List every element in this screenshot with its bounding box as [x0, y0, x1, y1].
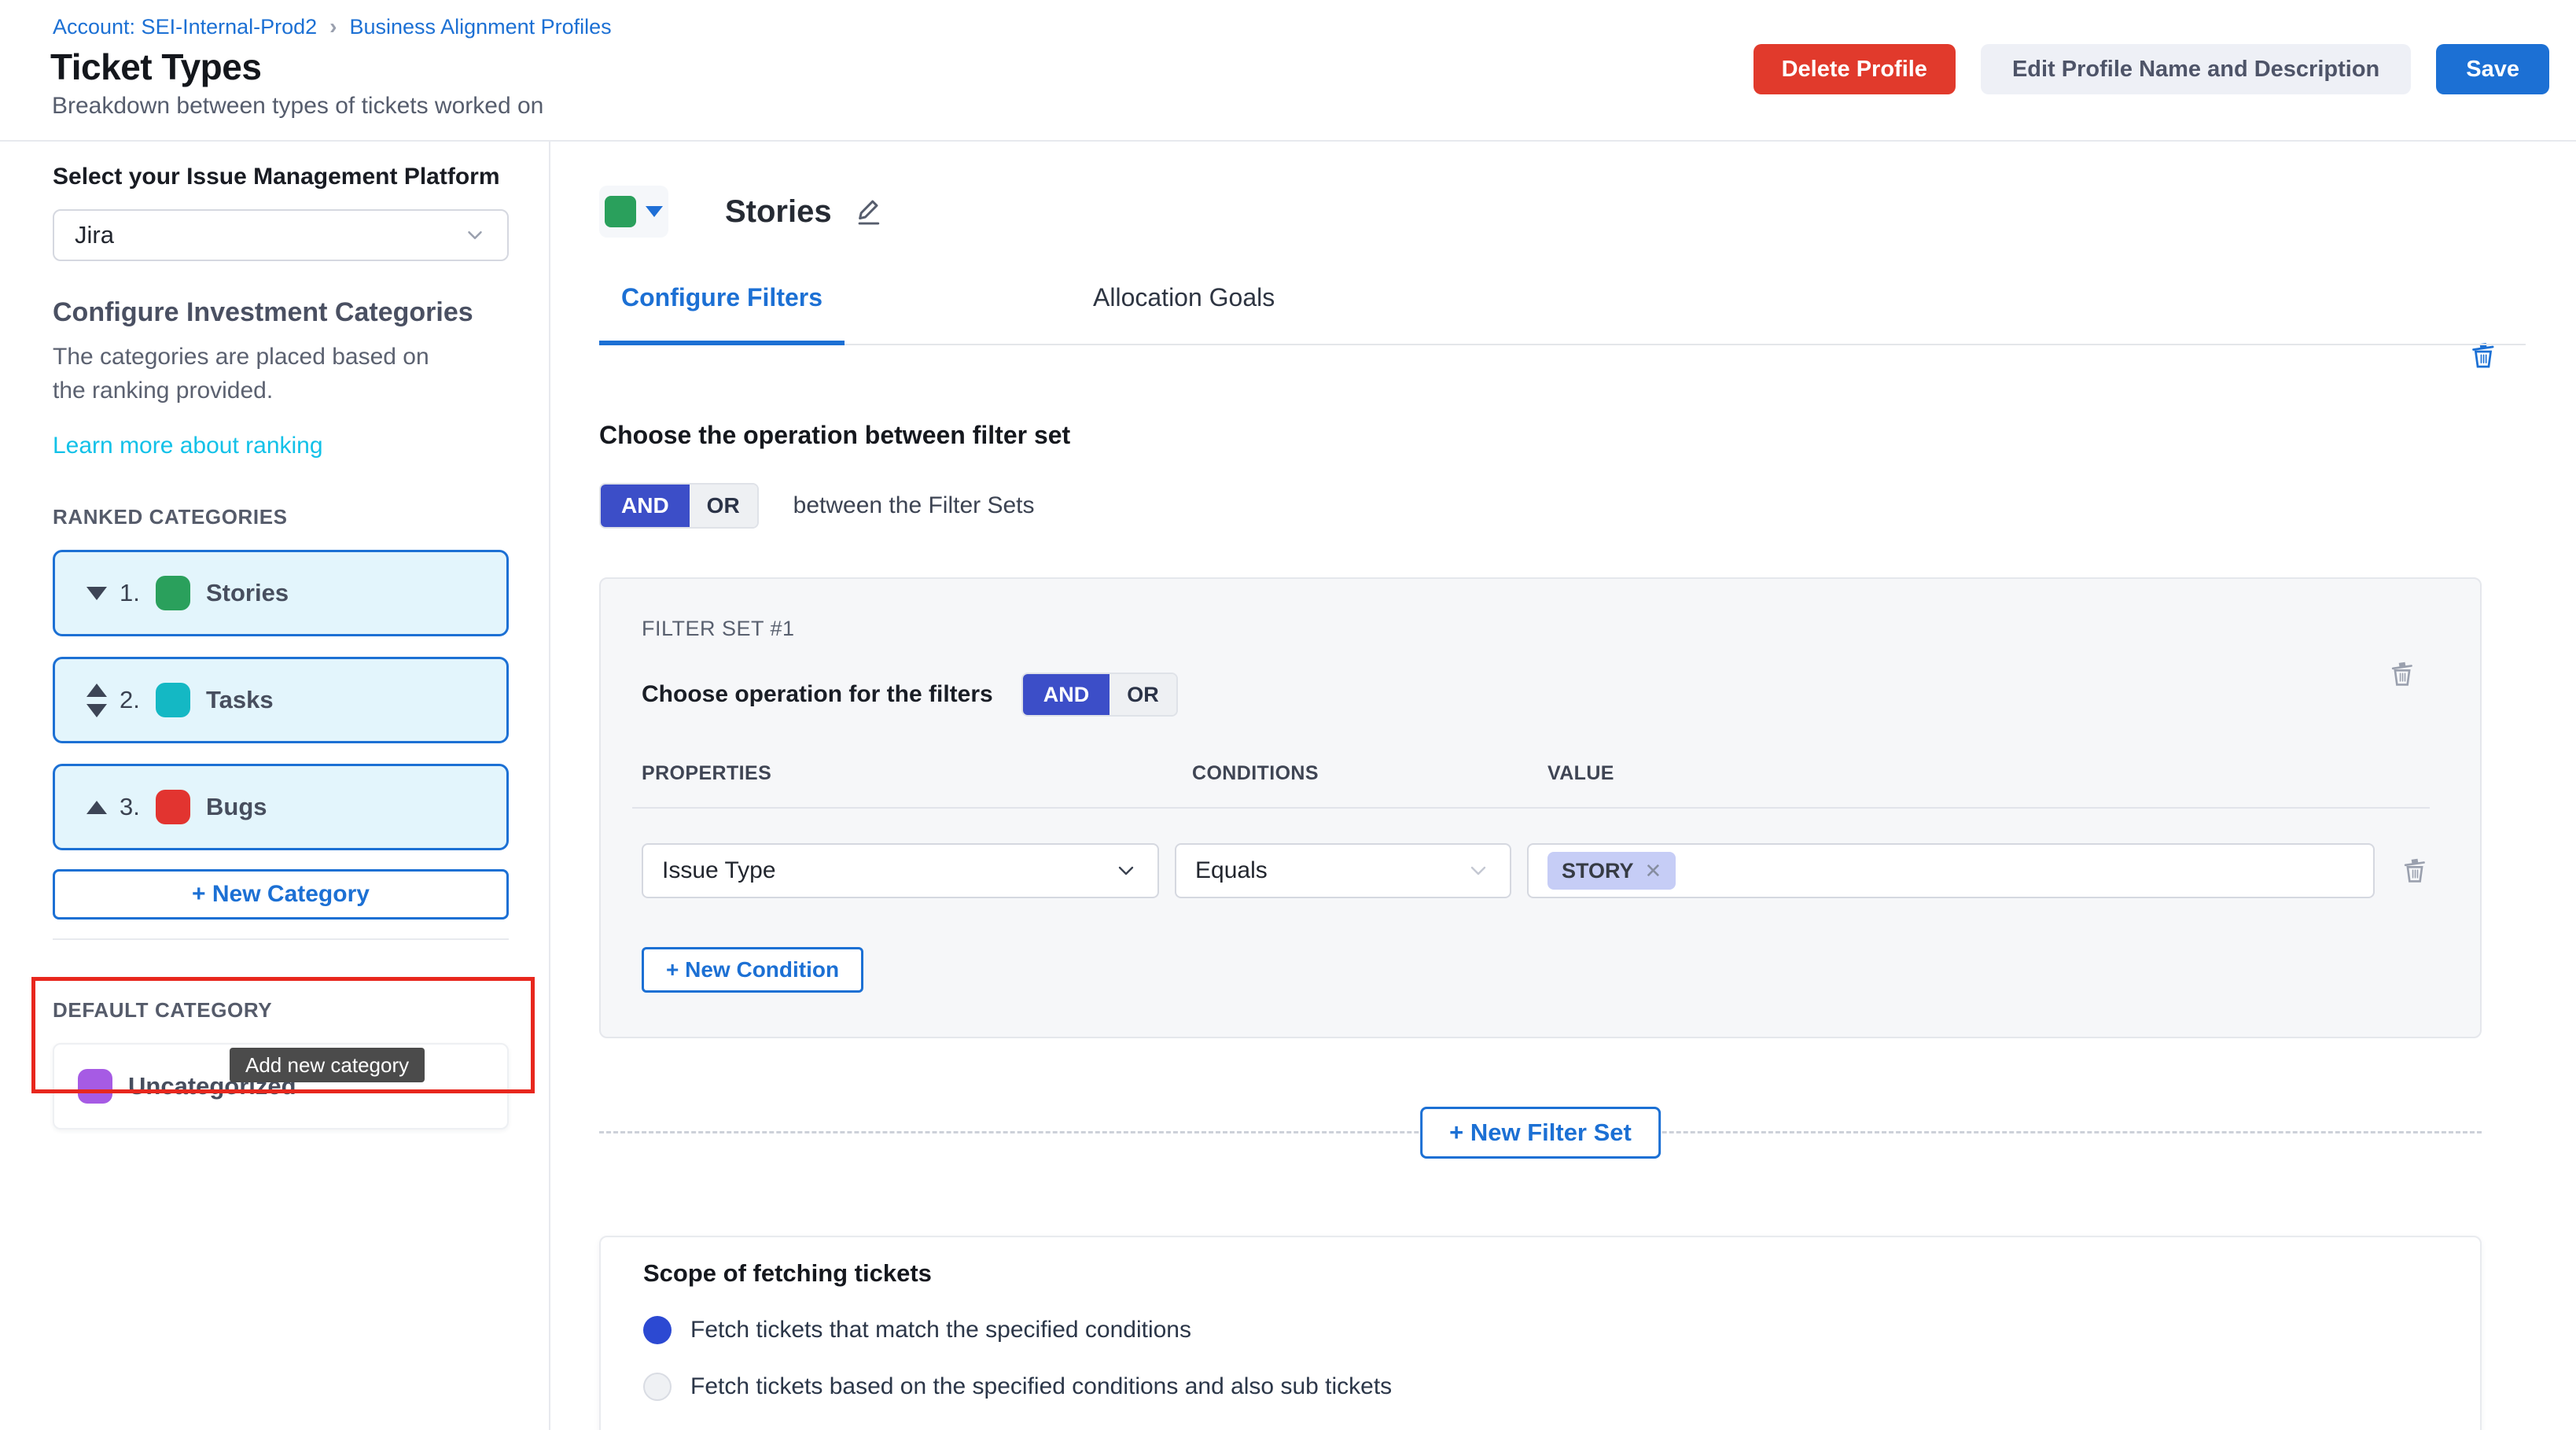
platform-select-value: Jira: [75, 221, 114, 249]
platform-select[interactable]: Jira: [53, 209, 509, 261]
page-header: Account: SEI-Internal-Prod2 › Business A…: [0, 0, 2576, 142]
value-tag: STORY ✕: [1547, 852, 1676, 890]
category-name: Tasks: [206, 686, 274, 714]
filters-and-or-toggle: AND OR: [1021, 673, 1178, 717]
sort-handle[interactable]: [83, 684, 110, 717]
learn-more-ranking-link[interactable]: Learn more about ranking: [53, 433, 323, 459]
sidebar: Select your Issue Management Platform Ji…: [0, 142, 550, 1430]
ranked-categories-label: RANKED CATEGORIES: [53, 505, 549, 529]
default-category-label: DEFAULT CATEGORY: [53, 998, 549, 1023]
scope-option-sub-tickets[interactable]: Fetch tickets based on the specified con…: [643, 1373, 2480, 1401]
scope-option-label: Fetch tickets based on the specified con…: [690, 1373, 1392, 1400]
chevron-down-icon: [1113, 858, 1139, 883]
investment-categories-description: The categories are placed based on the r…: [53, 341, 430, 407]
tab-bar: Configure Filters Allocation Goals: [599, 283, 2526, 345]
rank-number: 2.: [120, 686, 156, 714]
main-content: Stories Configure Filters Allocation Goa…: [550, 142, 2576, 1430]
value-column-header: VALUE: [1527, 762, 2375, 785]
rank-number: 1.: [120, 579, 156, 607]
investment-categories-heading: Configure Investment Categories: [53, 297, 549, 328]
ranked-category-card-tasks[interactable]: 2. Tasks: [53, 657, 509, 743]
radio-selected-icon[interactable]: [643, 1316, 672, 1344]
category-name: Bugs: [206, 793, 267, 821]
and-toggle-option[interactable]: AND: [601, 485, 690, 527]
page: Account: SEI-Internal-Prod2 › Business A…: [0, 0, 2576, 1430]
header-divider: [632, 807, 2430, 809]
scope-option-match[interactable]: Fetch tickets that match the specified c…: [643, 1316, 2480, 1344]
rank-number: 3.: [120, 793, 156, 821]
filter-set-operation-title: Choose the operation between filter set: [599, 421, 2576, 450]
category-color-chip: [156, 683, 190, 717]
chevron-down-icon: [463, 223, 487, 247]
scope-panel: Scope of fetching tickets Fetch tickets …: [599, 1236, 2482, 1430]
new-filter-set-button[interactable]: + New Filter Set: [1420, 1107, 1661, 1159]
sort-handle[interactable]: [83, 801, 110, 814]
category-color-picker[interactable]: [599, 186, 668, 238]
delete-condition-trash-icon[interactable]: [2398, 854, 2431, 887]
properties-column-header: PROPERTIES: [642, 762, 1159, 785]
new-filter-set-divider: + New Filter Set: [599, 1131, 2482, 1133]
category-color-chip: [156, 790, 190, 824]
edit-profile-button[interactable]: Edit Profile Name and Description: [1981, 44, 2411, 94]
or-toggle-option[interactable]: OR: [1110, 674, 1176, 715]
value-tag-label: STORY: [1562, 859, 1634, 883]
move-down-icon[interactable]: [86, 587, 107, 600]
sort-handle[interactable]: [83, 587, 110, 600]
selected-color-swatch: [605, 196, 636, 227]
condition-select[interactable]: Equals: [1175, 843, 1511, 898]
add-new-category-tooltip: Add new category: [230, 1048, 425, 1082]
ranked-category-card-bugs[interactable]: 3. Bugs: [53, 764, 509, 850]
filter-set-label: FILTER SET #1: [642, 617, 2480, 641]
filter-set-panel: FILTER SET #1 Choose operation for the f…: [599, 577, 2482, 1038]
value-multiselect-input[interactable]: STORY ✕: [1527, 843, 2375, 898]
new-category-button[interactable]: + New Category: [53, 869, 509, 920]
page-title: Ticket Types: [50, 46, 261, 88]
remove-tag-icon[interactable]: ✕: [1645, 859, 1662, 883]
save-button[interactable]: Save: [2436, 44, 2549, 94]
category-title: Stories: [725, 194, 832, 230]
delete-filter-set-trash-icon[interactable]: [2386, 658, 2419, 691]
ranked-category-card-stories[interactable]: 1. Stories: [53, 550, 509, 636]
move-up-icon[interactable]: [86, 684, 107, 697]
breadcrumb-account-link[interactable]: Account: SEI-Internal-Prod2: [53, 15, 317, 39]
and-toggle-option[interactable]: AND: [1023, 674, 1110, 715]
header-actions: Delete Profile Edit Profile Name and Des…: [1754, 44, 2549, 94]
scope-option-label: Fetch tickets that match the specified c…: [690, 1317, 1191, 1343]
breadcrumb-separator: ›: [329, 14, 337, 39]
category-color-chip: [78, 1069, 112, 1104]
tab-configure-filters[interactable]: Configure Filters: [599, 283, 845, 345]
conditions-column-header: CONDITIONS: [1175, 762, 1511, 785]
new-condition-button[interactable]: + New Condition: [642, 947, 863, 993]
toggle-caption: between the Filter Sets: [793, 492, 1035, 519]
property-select-value: Issue Type: [662, 857, 776, 884]
category-color-chip: [156, 576, 190, 610]
or-toggle-option[interactable]: OR: [690, 485, 757, 527]
edit-pencil-icon[interactable]: [852, 195, 885, 228]
property-select[interactable]: Issue Type: [642, 843, 1159, 898]
scope-title: Scope of fetching tickets: [643, 1259, 2480, 1288]
condition-row: Issue Type Equals STORY: [642, 843, 2480, 898]
caret-down-icon: [646, 206, 663, 217]
breadcrumb-page-link[interactable]: Business Alignment Profiles: [350, 15, 612, 39]
chevron-down-icon: [1466, 858, 1491, 883]
category-header: Stories: [599, 186, 2576, 238]
condition-select-value: Equals: [1195, 857, 1268, 884]
filters-operation-label: Choose operation for the filters: [642, 681, 993, 708]
category-name: Stories: [206, 579, 289, 607]
breadcrumb: Account: SEI-Internal-Prod2 › Business A…: [53, 14, 612, 39]
radio-unselected-icon[interactable]: [643, 1373, 672, 1401]
sidebar-divider: [53, 938, 509, 940]
tab-allocation-goals[interactable]: Allocation Goals: [1071, 283, 1297, 344]
delete-profile-button[interactable]: Delete Profile: [1754, 44, 1956, 94]
move-down-icon[interactable]: [86, 704, 107, 717]
filter-set-and-or-toggle: AND OR: [599, 483, 759, 529]
platform-label: Select your Issue Management Platform: [53, 164, 549, 190]
page-subtitle: Breakdown between types of tickets worke…: [52, 93, 543, 120]
move-up-icon[interactable]: [86, 801, 107, 814]
condition-column-headers: PROPERTIES CONDITIONS VALUE: [642, 762, 2480, 785]
